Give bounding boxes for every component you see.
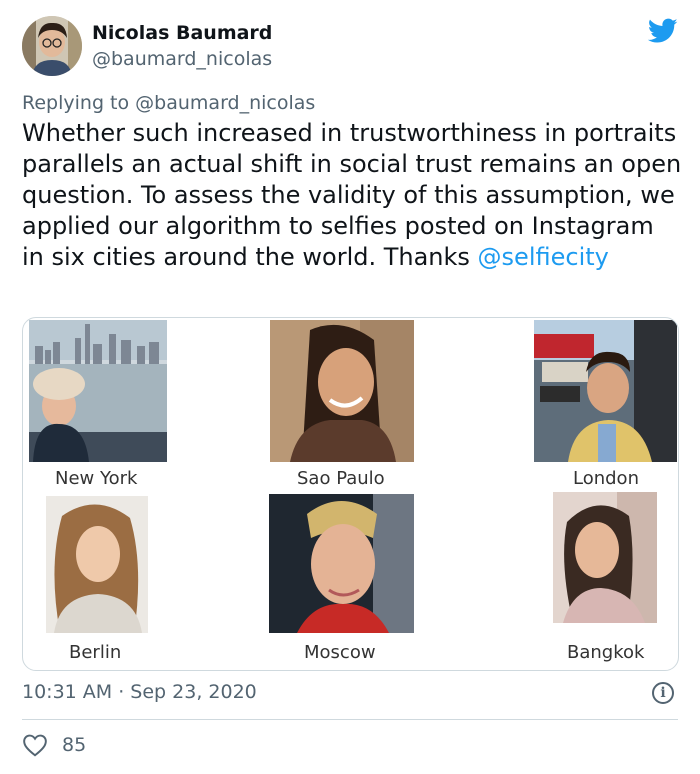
heart-icon [23,734,47,757]
author-handle[interactable]: @baumard_nicolas [92,48,272,70]
city-label: Bangkok [567,642,645,663]
city-label: New York [55,468,138,489]
photo-bangkok [553,492,657,623]
photo-new-york [29,320,167,462]
author-name[interactable]: Nicolas Baumard [92,22,272,44]
photo-london [534,320,677,462]
avatar[interactable] [22,16,82,76]
tweet-text: Whether such increased in trustworthines… [22,118,682,273]
info-icon[interactable]: i [652,682,674,704]
media-image[interactable]: New York Sao Paulo London Berlin Moscow … [22,317,679,671]
reply-prefix: Replying to [22,92,130,114]
like-button[interactable]: 85 [22,733,86,757]
reply-mention[interactable]: @baumard_nicolas [135,92,315,114]
divider [22,719,678,720]
city-label: London [573,468,639,489]
tweet-card: Nicolas Baumard @baumard_nicolas Replyin… [0,0,700,774]
photo-moscow [269,494,414,633]
city-label: Sao Paulo [297,468,385,489]
timestamp[interactable]: 10:31 AM · Sep 23, 2020 [22,681,257,703]
like-count: 85 [62,734,87,756]
reply-context: Replying to @baumard_nicolas [22,92,315,114]
photo-sao-paulo [270,320,414,462]
city-label: Moscow [304,642,376,663]
mention-link[interactable]: @selfiecity [478,243,609,271]
photo-berlin [46,496,148,633]
twitter-bird-icon[interactable] [647,18,678,44]
city-label: Berlin [69,642,122,663]
